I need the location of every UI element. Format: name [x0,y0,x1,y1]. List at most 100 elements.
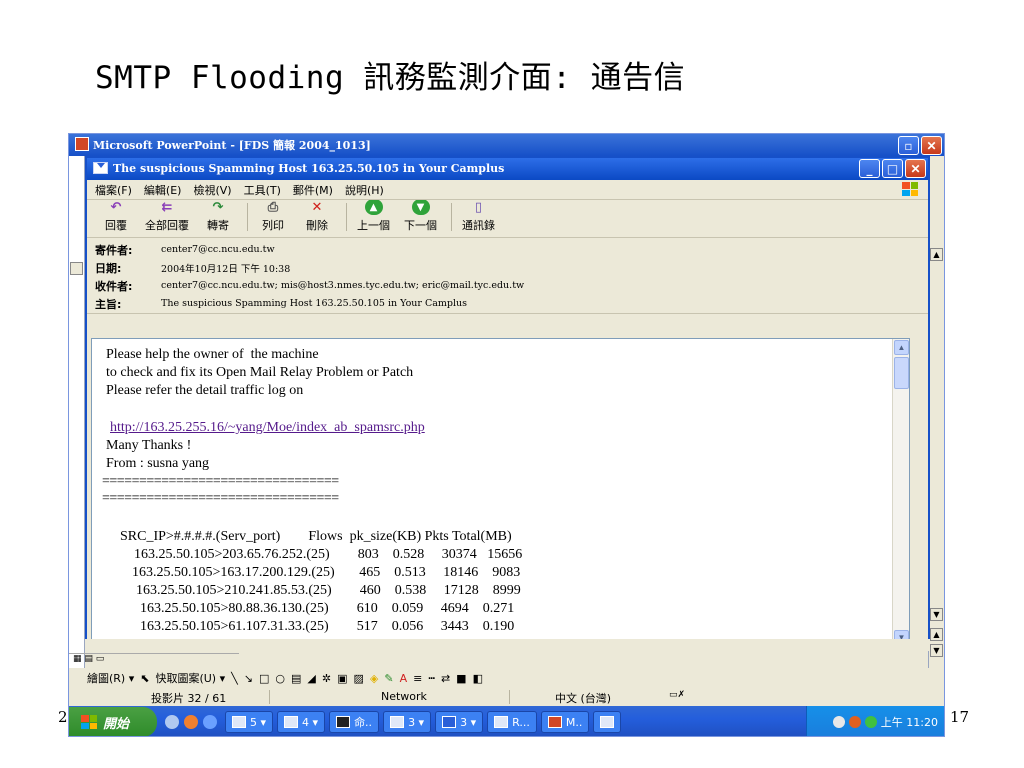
powerpoint-horizontal-scrollbar[interactable] [85,639,930,651]
clipart-icon[interactable]: ▣ [337,672,347,685]
reply-all-icon: ⇇ [161,199,173,215]
message-window: The suspicious Spamming Host 163.25.50.1… [85,156,930,651]
taskbar-item[interactable] [593,711,622,733]
traffic-log-link[interactable]: http://163.25.255.16/~yang/Moe/index_ab_… [110,420,425,436]
menu-tools[interactable]: 工具(T) [244,182,281,198]
windows-logo-icon [902,182,918,196]
body-line: Many Thanks ! [106,438,192,453]
quick-launch-icon[interactable] [165,715,179,729]
picture-icon[interactable]: ▨ [353,672,363,685]
toolbar-separator [346,202,347,231]
tray-icon[interactable] [848,716,861,728]
powerpoint-window-title: Microsoft PowerPoint - [FDS 簡報 2004_1013… [93,139,371,152]
delete-button[interactable]: ✕ 刪除 [302,199,332,233]
taskbar-group[interactable]: 5 ▾ [225,711,274,733]
forward-button[interactable]: ↷ 轉寄 [203,199,233,233]
autoshapes-menu[interactable]: 快取圖案(U) ▾ [155,670,225,686]
select-pointer-icon[interactable]: ⬉ [140,672,149,685]
scroll-thumb[interactable] [894,357,909,389]
textbox-icon[interactable]: ▤ [291,672,301,685]
powerpoint-close-button[interactable]: ✕ [921,136,942,155]
scroll-down-icon[interactable]: ▼ [930,608,943,621]
diagram-icon[interactable]: ✲ [322,672,331,685]
powerpoint-restore-button[interactable]: ▫ [898,136,919,155]
to-label: 收件者: [95,279,133,293]
normal-view-icon[interactable]: ▦ [73,654,82,664]
reply-button[interactable]: ↶ 回覆 [101,199,131,233]
date-value: 2004年10月12日 下午 10:38 [161,263,291,275]
fill-color-icon[interactable]: ◈ [370,672,378,685]
clock[interactable]: 上午 11:20 [881,714,938,730]
subject-value: The suspicious Spamming Host 163.25.50.1… [161,298,468,309]
toolbar-separator [247,202,248,231]
address-book-button[interactable]: ▯ 通訊錄 [462,199,495,233]
slides-pane-marker-icon [70,262,83,275]
shadow-icon[interactable]: ■ [456,672,466,685]
taskbar-group[interactable]: 4 ▾ [277,711,326,733]
reply-all-button[interactable]: ⇇ 全部回覆 [145,199,189,233]
body-line: Please help the owner of the machine [106,347,319,362]
line-icon[interactable]: ╲ [231,672,238,685]
divider-line: ================================ [102,491,339,506]
previous-slide-icon[interactable]: ▲ [930,628,943,641]
previous-icon: ▲ [364,199,383,215]
3d-icon[interactable]: ◧ [473,672,483,685]
close-button[interactable]: ✕ [905,159,926,178]
taskbar-item[interactable]: 命.. [329,711,380,733]
tray-icon[interactable] [832,716,845,728]
menu-bar: 檔案(F) 編輯(E) 檢視(V) 工具(T) 郵件(M) 說明(H) [87,180,928,200]
traffic-table-row: 163.25.50.105>203.65.76.252.(25) 803 0.5… [134,547,523,562]
dash-style-icon[interactable]: ┅ [428,672,435,685]
traffic-table-row: 163.25.50.105>61.107.31.33.(25) 517 0.05… [140,619,515,634]
powerpoint-vertical-scrollbar[interactable]: ▲ ▼ ▲ ▼ [928,156,944,668]
status-slide-count: 投影片 32 / 61 [151,692,227,705]
arrow-icon[interactable]: ↘ [244,672,253,685]
next-button[interactable]: ▼ 下一個 [404,199,437,233]
menu-help[interactable]: 說明(H) [345,182,384,198]
message-vertical-scrollbar[interactable]: ▲ ▼ [892,339,909,646]
menu-edit[interactable]: 編輯(E) [144,182,182,198]
traffic-table-row: 163.25.50.105>163.17.200.129.(25) 465 0.… [132,565,521,580]
menu-message[interactable]: 郵件(M) [293,182,333,198]
tray-icon[interactable] [864,716,877,728]
slideshow-view-icon[interactable]: ▭ [96,654,105,664]
rectangle-icon[interactable]: □ [259,672,269,685]
message-headers: 寄件者: center7@cc.ncu.edu.tw 日期: 2004年10月1… [87,238,928,314]
next-slide-icon[interactable]: ▼ [930,644,943,657]
document-icon [390,716,405,728]
scroll-up-icon[interactable]: ▲ [894,340,909,355]
status-language: 中文 (台灣) [555,692,612,705]
powerpoint-icon [547,716,562,728]
arrow-style-icon[interactable]: ⇄ [441,672,450,685]
font-color-icon[interactable]: A [400,672,408,685]
maximize-button[interactable]: □ [882,159,903,178]
quick-launch-icon[interactable] [203,715,217,729]
sorter-view-icon[interactable]: ▤ [84,654,93,664]
next-icon: ▼ [411,199,430,215]
oval-icon[interactable]: ○ [275,672,285,685]
date-label: 日期: [95,261,122,275]
previous-button[interactable]: ▲ 上一個 [357,199,390,233]
windows-taskbar: 開始 5 ▾ 4 ▾ 命.. 3 ▾ 3 ▾ R... M.. 上午 11:20 [69,706,944,736]
windows-logo-icon [81,715,97,729]
menu-file[interactable]: 檔案(F) [95,182,132,198]
taskbar-item[interactable]: R... [487,711,537,733]
browser-icon[interactable] [184,715,198,729]
print-button[interactable]: ⎙ 列印 [258,199,288,233]
taskbar-group[interactable]: 3 ▾ [435,711,484,733]
message-title-bar[interactable]: The suspicious Spamming Host 163.25.50.1… [87,158,928,180]
screenshot-frame: Microsoft PowerPoint - [FDS 簡報 2004_1013… [68,133,945,737]
message-toolbar: ↶ 回覆 ⇇ 全部回覆 ↷ 轉寄 ⎙ 列印 ✕ 刪除 ▲ 上一個 ▼ 下一個 ▯… [87,199,928,238]
line-style-icon[interactable]: ≡ [413,672,422,685]
message-body[interactable]: Please help the owner of the machine to … [91,338,910,647]
start-button[interactable]: 開始 [69,707,157,736]
line-color-icon[interactable]: ✎ [384,672,393,685]
draw-menu[interactable]: 繪圖(R) ▾ [87,670,134,686]
taskbar-item[interactable]: M.. [540,711,590,733]
minimize-button[interactable]: _ [859,159,880,178]
menu-view[interactable]: 檢視(V) [193,182,231,198]
wordart-icon[interactable]: ◢ [307,672,315,685]
scroll-up-icon[interactable]: ▲ [930,248,943,261]
taskbar-group[interactable]: 3 ▾ [383,711,432,733]
address-book-icon: ▯ [474,199,483,215]
